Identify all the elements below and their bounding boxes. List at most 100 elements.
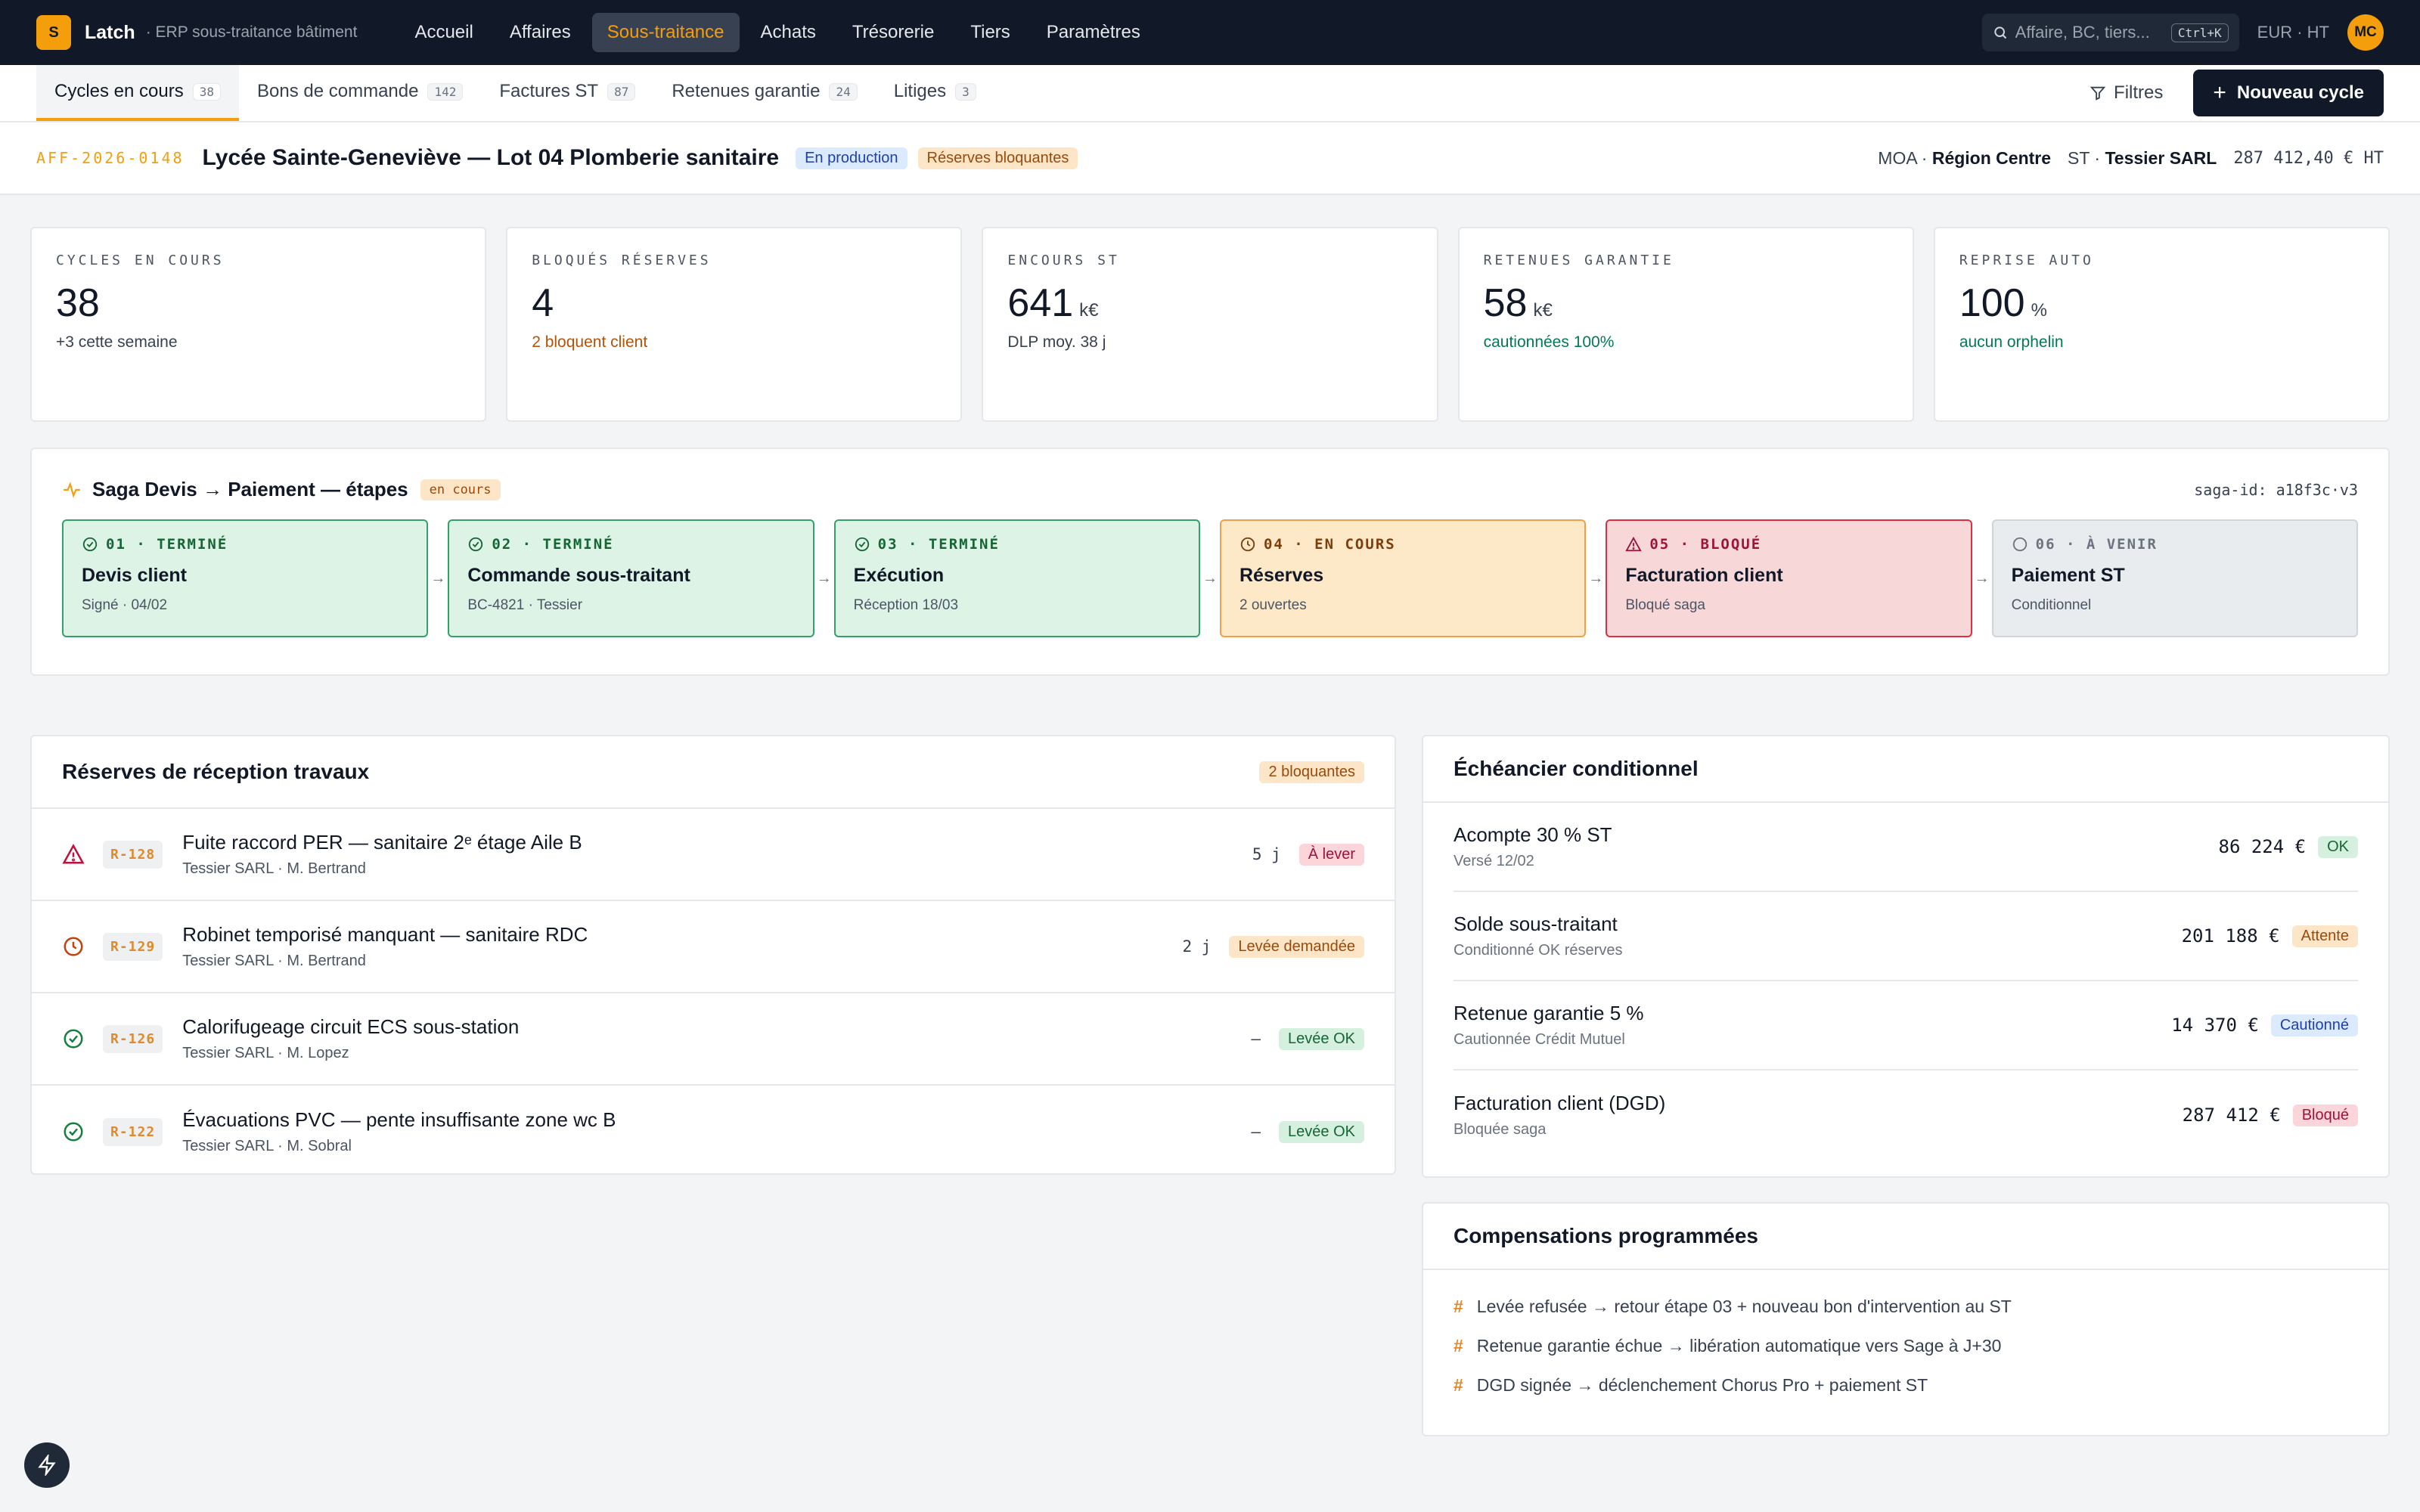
tab-retenues-garantie[interactable]: Retenues garantie 24	[653, 65, 875, 121]
saga-id: saga-id: a18f3c·v3	[2194, 480, 2358, 499]
user-avatar[interactable]: MC	[2347, 14, 2384, 51]
kpi-card-cycles[interactable]: CYCLES EN COURS 38 +3 cette semaine	[30, 227, 487, 422]
reserve-code: R-128	[103, 840, 163, 869]
list-item: # DGD signée → déclenchement Chorus Pro …	[1454, 1365, 2358, 1405]
hash-icon: #	[1454, 1335, 1463, 1356]
saga-step-facturation-client[interactable]: 05 · BLOQUÉ Facturation client Bloqué sa…	[1606, 519, 1972, 637]
saga-step-paiement-st[interactable]: 06 · À VENIR Paiement ST Conditionnel	[1991, 519, 2358, 637]
saga-title: Saga Devis → Paiement — étapes	[92, 478, 408, 500]
kpi-card-retenues[interactable]: RETENUES GARANTIE 58 k€ cautionnées 100%	[1457, 227, 1914, 422]
kpi-number: 58	[1483, 281, 1528, 325]
kpi-row: CYCLES EN COURS 38 +3 cette semaine BLOQ…	[0, 195, 2420, 422]
arrow-right-icon: →	[1588, 569, 1604, 587]
search-shortcut: Ctrl+K	[2170, 23, 2229, 42]
project-code[interactable]: AFF-2026-0148	[36, 149, 185, 167]
reserve-title: Évacuations PVC — pente insuffisante zon…	[182, 1108, 616, 1131]
ech-sub: Conditionné OK réserves	[1454, 942, 1623, 959]
echeancier-title: Échéancier conditionnel	[1454, 757, 1699, 780]
arrow-right-icon: →	[430, 569, 446, 587]
nav-item-sous-traitance[interactable]: Sous-traitance	[591, 13, 740, 52]
tab-count: 24	[829, 82, 858, 101]
list-item[interactable]: Facturation client (DGD) Bloquée saga 28…	[1454, 1070, 2358, 1160]
kpi-number: 100	[1959, 281, 2025, 325]
saga-step-reserves[interactable]: 04 · EN COURS Réserves 2 ouvertes	[1219, 519, 1587, 637]
kpi-label: RETENUES GARANTIE	[1483, 253, 1674, 268]
table-row[interactable]: R-128 Fuite raccord PER — sanitaire 2ᵉ é…	[32, 809, 1395, 901]
ech-title: Acompte 30 % ST	[1454, 823, 1612, 846]
table-row[interactable]: R-126 Calorifugeage circuit ECS sous-sta…	[32, 993, 1395, 1086]
ech-title: Retenue garantie 5 %	[1454, 1002, 1644, 1024]
ech-sub: Cautionnée Crédit Mutuel	[1454, 1031, 1625, 1048]
tab-litiges[interactable]: Litiges 3	[876, 65, 994, 121]
ech-meta: 287 412 € Bloqué	[2183, 1104, 2358, 1126]
ech-amount: 86 224 €	[2218, 836, 2307, 857]
nav-item-achats[interactable]: Achats	[746, 13, 831, 52]
tab-factures-st[interactable]: Factures ST 87	[481, 65, 653, 121]
kpi-value: 38	[56, 280, 461, 326]
status-badge: Cautionné	[2270, 1014, 2358, 1036]
reserves-title: Réserves de réception travaux	[62, 760, 370, 783]
reserve-code: R-129	[103, 932, 163, 961]
kpi-card-bloques[interactable]: BLOQUÉS RÉSERVES 4 2 bloquent client	[506, 227, 963, 422]
tab-label: Litiges	[893, 81, 947, 101]
filters-button[interactable]: Filtres	[2077, 75, 2175, 111]
tab-bons-de-commande[interactable]: Bons de commande 142	[239, 65, 481, 121]
reserves-panel: Réserves de réception travaux 2 bloquant…	[30, 735, 1396, 1175]
app-logo[interactable]: S	[36, 15, 71, 50]
kpi-number: 38	[56, 281, 100, 325]
step-status-text: 03 · TERMINÉ	[877, 536, 1000, 553]
currency-selector[interactable]: EUR · HT	[2257, 23, 2329, 42]
kpi-number: 641	[1007, 281, 1074, 325]
table-row[interactable]: R-122 Évacuations PVC — pente insuffisan…	[32, 1086, 1395, 1178]
nav-item-tiers[interactable]: Tiers	[955, 13, 1025, 52]
step-status: 04 · EN COURS	[1239, 536, 1566, 553]
reserves-header: Réserves de réception travaux 2 bloquant…	[32, 736, 1395, 809]
reserve-sub: Tessier SARL · M. Sobral	[182, 1138, 352, 1154]
moa-label: MOA ·	[1878, 147, 1928, 168]
ech-meta: 86 224 € OK	[2218, 835, 2358, 858]
global-search[interactable]: Ctrl+K	[1981, 14, 2239, 51]
project-st: ST · Tessier SARL	[2068, 148, 2217, 169]
lower-section: Réserves de réception travaux 2 bloquant…	[0, 676, 2420, 1436]
tab-count: 38	[192, 82, 221, 101]
nav-item-accueil[interactable]: Accueil	[399, 13, 488, 52]
reserve-title: Robinet temporisé manquant — sanitaire R…	[182, 923, 588, 946]
kpi-card-reprise[interactable]: REPRISE AUTO 100% aucun orphelin	[1933, 227, 2391, 422]
app-subtitle: · ERP sous-traitance bâtiment	[145, 23, 358, 41]
kpi-number: 4	[532, 281, 554, 325]
quick-action-button[interactable]	[24, 1442, 70, 1488]
nav-item-affaires[interactable]: Affaires	[495, 13, 586, 52]
list-item[interactable]: Solde sous-traitant Conditionné OK réser…	[1454, 892, 2358, 981]
new-cycle-button[interactable]: + Nouveau cycle	[2193, 70, 2384, 116]
arrow-right-icon: →	[816, 569, 832, 587]
status-badge: Levée OK	[1279, 1027, 1364, 1050]
reserve-meta: 5 j À lever	[1252, 843, 1364, 866]
check-circle-icon	[82, 537, 98, 552]
check-circle-icon	[64, 1029, 83, 1049]
moa-value[interactable]: Région Centre	[1932, 148, 2051, 168]
tab-label: Retenues garantie	[672, 81, 821, 101]
saga-step-commande-st[interactable]: 02 · TERMINÉ Commande sous-traitant BC-4…	[448, 519, 814, 637]
tab-cycles-en-cours[interactable]: Cycles en cours 38	[36, 65, 239, 121]
saga-step-execution[interactable]: 03 · TERMINÉ Exécution Réception 18/03	[833, 519, 1200, 637]
kpi-card-encours[interactable]: ENCOURS ST 641 k€ DLP moy. 38 j	[982, 227, 1438, 422]
lightning-icon	[38, 1455, 56, 1476]
search-input[interactable]	[2015, 23, 2164, 42]
table-row[interactable]: R-129 Robinet temporisé manquant — sanit…	[32, 901, 1395, 993]
ech-sub: Versé 12/02	[1454, 853, 1534, 869]
kpi-label: ENCOURS ST	[1007, 253, 1120, 268]
arrow-right-icon: →	[1202, 569, 1218, 587]
saga-step-devis-client[interactable]: 01 · TERMINÉ Devis client Signé · 04/02	[62, 519, 429, 637]
warning-icon	[62, 844, 85, 864]
activity-icon	[64, 481, 80, 498]
main-nav: Accueil Affaires Sous-traitance Achats T…	[399, 13, 1155, 52]
ech-amount: 201 188 €	[2181, 925, 2280, 947]
st-value[interactable]: Tessier SARL	[2105, 148, 2217, 168]
compensations-list: # Levée refusée → retour étape 03 + nouv…	[1423, 1270, 2388, 1421]
reserve-days: –	[1251, 1030, 1261, 1048]
nav-item-tresorerie[interactable]: Trésorerie	[837, 13, 949, 52]
list-item[interactable]: Retenue garantie 5 % Cautionnée Crédit M…	[1454, 981, 2358, 1070]
nav-item-parametres[interactable]: Paramètres	[1032, 13, 1156, 52]
reserve-code: R-126	[103, 1024, 163, 1053]
list-item[interactable]: Acompte 30 % ST Versé 12/02 86 224 € OK	[1454, 803, 2358, 892]
